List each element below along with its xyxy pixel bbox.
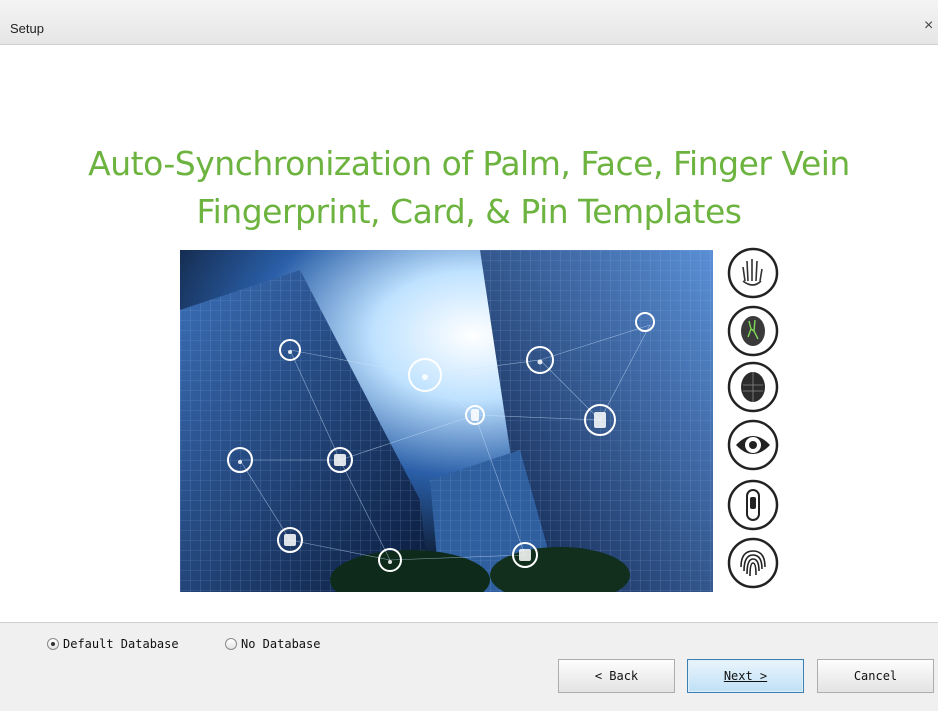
default-database-radio[interactable] bbox=[47, 638, 59, 650]
back-button[interactable]: < Back bbox=[558, 659, 675, 693]
title-bar: Setup × bbox=[0, 0, 938, 45]
face-icon bbox=[727, 361, 779, 413]
no-database-label: No Database bbox=[241, 637, 321, 651]
footer-bar: Default Database No Database < Back Next… bbox=[0, 623, 938, 711]
fingerprint-icon bbox=[727, 537, 779, 589]
iris-icon bbox=[727, 419, 779, 471]
default-database-label: Default Database bbox=[63, 637, 179, 651]
window-title: Setup bbox=[10, 21, 44, 36]
no-database-radio[interactable] bbox=[225, 638, 237, 650]
next-button[interactable]: Next > bbox=[687, 659, 804, 693]
hero-image bbox=[180, 250, 713, 592]
finger-vein-icon bbox=[727, 305, 779, 357]
finger-icon bbox=[727, 479, 779, 531]
close-icon[interactable]: × bbox=[924, 17, 938, 35]
no-database-option[interactable]: No Database bbox=[225, 637, 320, 651]
headline-line-1: Auto-Synchronization of Palm, Face, Fing… bbox=[88, 144, 850, 183]
palm-icon bbox=[727, 247, 779, 299]
next-button-label: Next > bbox=[723, 669, 768, 683]
page-headline: Auto-Synchronization of Palm, Face, Fing… bbox=[0, 140, 938, 236]
default-database-option[interactable]: Default Database bbox=[47, 637, 179, 651]
biometric-icon-column bbox=[723, 243, 787, 593]
hero-illustration bbox=[180, 250, 713, 592]
headline-line-2: Fingerprint, Card, & Pin Templates bbox=[196, 192, 742, 231]
cancel-button[interactable]: Cancel bbox=[817, 659, 934, 693]
